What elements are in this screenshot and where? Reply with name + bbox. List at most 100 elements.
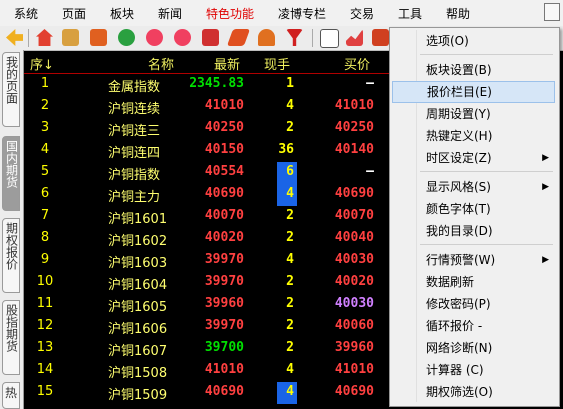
tab-my-page[interactable]: 我的页面: [2, 52, 20, 127]
cell-no: 15: [36, 384, 54, 399]
menu-help[interactable]: 帮助: [446, 5, 470, 22]
menu-item-label: 报价栏目(E): [427, 85, 492, 99]
cell-name: 沪铜1606: [108, 322, 168, 337]
cell-name: 沪铜指数: [108, 168, 161, 183]
menu-page[interactable]: 页面: [62, 5, 86, 22]
tab-options-quote[interactable]: 期权报价: [2, 218, 20, 293]
menu-item[interactable]: 我的目录(D): [392, 220, 555, 242]
table-row[interactable]: 8 沪铜1602 40020 2 40040: [24, 228, 392, 250]
cell-bid: —: [366, 76, 374, 91]
menu-item[interactable]: 计算器 (C): [392, 359, 555, 381]
candle-chart-icon[interactable]: [372, 29, 389, 46]
home-icon[interactable]: [36, 29, 53, 46]
cell-price: 41010: [204, 98, 244, 113]
menu-item[interactable]: 网络诊断(N): [392, 337, 555, 359]
table-row[interactable]: 12 沪铜1606 39970 2 40060: [24, 316, 392, 338]
cell-name: 沪铜主力: [108, 190, 161, 205]
pencil-icon[interactable]: [226, 29, 251, 46]
menu-item[interactable]: 数据刷新: [392, 271, 555, 293]
submenu-arrow-icon: ▶: [542, 255, 549, 265]
cell-name: 沪铜1508: [108, 366, 168, 381]
tab-domestic-futures[interactable]: 国内期货: [2, 136, 20, 211]
submenu-arrow-icon: ▶: [542, 182, 549, 192]
lamp-icon[interactable]: [258, 29, 275, 46]
refresh-icon[interactable]: [118, 29, 135, 46]
table-row[interactable]: 7 沪铜1601 40070 2 40070: [24, 206, 392, 228]
zoom-in-icon[interactable]: [146, 29, 163, 46]
col-header-bid[interactable]: 买价: [344, 54, 370, 73]
menu-item[interactable]: 循环报价 -: [392, 315, 555, 337]
menu-item[interactable]: 颜色字体(T): [392, 198, 555, 220]
menu-item-label: 修改密码(P): [426, 297, 491, 311]
cell-no: 9: [40, 252, 50, 267]
table-row[interactable]: 9 沪铜1603 39970 4 40030: [24, 250, 392, 272]
cell-no: 10: [36, 274, 54, 289]
table-row[interactable]: 10 沪铜1604 39970 2 40020: [24, 272, 392, 294]
cell-bid: 40140: [334, 142, 374, 157]
zoom-out-icon[interactable]: [174, 29, 191, 46]
cell-volume: 2: [286, 208, 294, 223]
menu-separator: [420, 171, 553, 172]
cell-price: 40020: [204, 230, 244, 245]
cell-volume: 2: [286, 340, 294, 355]
col-header-price[interactable]: 最新: [214, 54, 240, 73]
menu-trade[interactable]: 交易: [350, 5, 374, 22]
list-view-icon[interactable]: [320, 29, 339, 48]
cell-no: 4: [40, 142, 50, 157]
col-header-name[interactable]: 名称: [148, 54, 174, 73]
table-row[interactable]: 2 沪铜连续 41010 4 41010: [24, 96, 392, 118]
filter-icon[interactable]: [286, 29, 303, 46]
table-row[interactable]: 13 沪铜1607 39700 2 39960: [24, 338, 392, 360]
menu-sector[interactable]: 板块: [110, 5, 134, 22]
table-row[interactable]: 5 沪铜指数 40554 6 —: [24, 162, 392, 184]
col-header-volume[interactable]: 现手: [264, 54, 290, 73]
cell-name: 沪铜1601: [108, 212, 168, 227]
sidebar-tabs: 我的页面 国内期货 期权报价 股指期货 热: [0, 50, 24, 409]
cell-bid: 40690: [334, 186, 374, 201]
menu-item[interactable]: 周期设置(Y): [392, 103, 555, 125]
table-row[interactable]: 11 沪铜1605 39960 2 40030: [24, 294, 392, 316]
cell-volume: 36: [278, 142, 294, 157]
cell-bid: 40250: [334, 120, 374, 135]
tab-hot[interactable]: 热: [2, 382, 20, 409]
menu-item[interactable]: 选项(O): [392, 30, 555, 52]
table-header: 序↓ 名称 最新 现手 买价: [24, 51, 392, 73]
cell-price: 2345.83: [189, 76, 244, 91]
tab-index-futures[interactable]: 股指期货: [2, 300, 20, 375]
stack-icon[interactable]: [62, 29, 79, 46]
menu-item[interactable]: 期权筛选(O): [392, 381, 555, 403]
menu-item-label: 循环报价 -: [426, 319, 483, 333]
menu-item[interactable]: 报价栏目(E): [392, 81, 555, 103]
back-icon[interactable]: [6, 29, 23, 46]
table-row[interactable]: 14 沪铜1508 41010 4 41010: [24, 360, 392, 382]
cell-volume: 2: [286, 230, 294, 245]
tab-label: 股指期货: [4, 304, 19, 352]
cell-no: 12: [36, 318, 54, 333]
menu-item[interactable]: 显示风格(S) ▶: [392, 176, 555, 198]
menu-item[interactable]: 修改密码(P): [392, 293, 555, 315]
cell-name: 沪铜1605: [108, 300, 168, 315]
table-row[interactable]: 4 沪铜连四 40150 36 40140: [24, 140, 392, 162]
window-icon[interactable]: [202, 29, 219, 46]
menu-system[interactable]: 系统: [14, 5, 38, 22]
tab-label: 我的页面: [4, 56, 19, 104]
cell-name: 沪铜1509: [108, 388, 168, 403]
window-button[interactable]: [544, 3, 560, 21]
menu-item[interactable]: 行情预警(W) ▶: [392, 249, 555, 271]
table-row[interactable]: 3 沪铜连三 40250 2 40250: [24, 118, 392, 140]
table-row[interactable]: 15 沪铜1509 40690 4 40690: [24, 382, 392, 404]
table-row[interactable]: 1 金属指数 2345.83 1 —: [24, 74, 392, 96]
cell-bid: 40060: [334, 318, 374, 333]
menu-news[interactable]: 新闻: [158, 5, 182, 22]
chart-board-icon[interactable]: [90, 29, 107, 46]
col-header-no[interactable]: 序↓: [30, 54, 54, 73]
menu-item[interactable]: 板块设置(B): [392, 59, 555, 81]
menu-item[interactable]: 热键定义(H): [392, 125, 555, 147]
menu-column[interactable]: 凌博专栏: [278, 5, 326, 22]
table-row[interactable]: 6 沪铜主力 40690 4 40690: [24, 184, 392, 206]
menu-item[interactable]: 时区设定(Z) ▶: [392, 147, 555, 169]
line-chart-icon[interactable]: [346, 29, 363, 46]
menu-special[interactable]: 特色功能: [206, 5, 254, 22]
menu-tools[interactable]: 工具: [398, 5, 422, 22]
menu-item-label: 颜色字体(T): [426, 202, 491, 216]
